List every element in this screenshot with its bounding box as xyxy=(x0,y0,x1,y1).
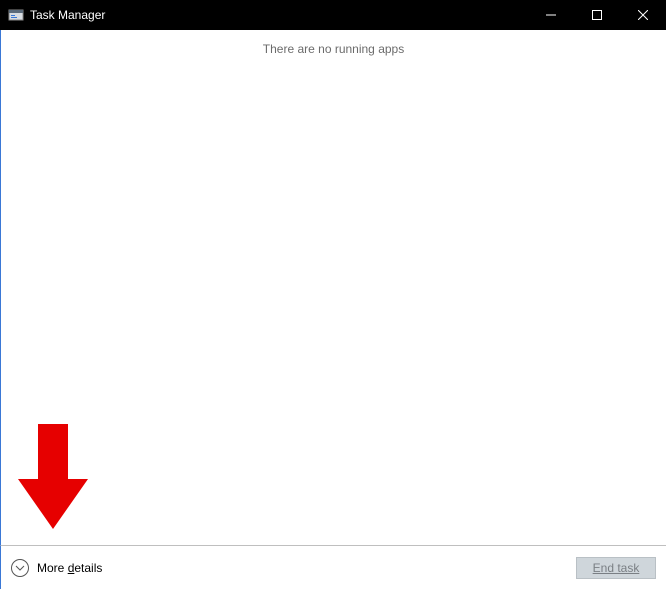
more-details-button[interactable]: More details xyxy=(11,559,102,577)
close-button[interactable] xyxy=(620,0,666,30)
empty-state-message: There are no running apps xyxy=(1,30,666,56)
titlebar[interactable]: Task Manager xyxy=(0,0,666,30)
app-icon xyxy=(8,7,24,23)
chevron-down-icon xyxy=(11,559,29,577)
window-title: Task Manager xyxy=(30,8,105,22)
minimize-button[interactable] xyxy=(528,0,574,30)
end-task-button[interactable]: End task xyxy=(576,557,656,579)
more-details-label: More details xyxy=(37,561,102,575)
maximize-button[interactable] xyxy=(574,0,620,30)
footer: More details End task xyxy=(0,545,666,589)
window-controls xyxy=(528,0,666,30)
content-area: There are no running apps xyxy=(0,30,666,545)
